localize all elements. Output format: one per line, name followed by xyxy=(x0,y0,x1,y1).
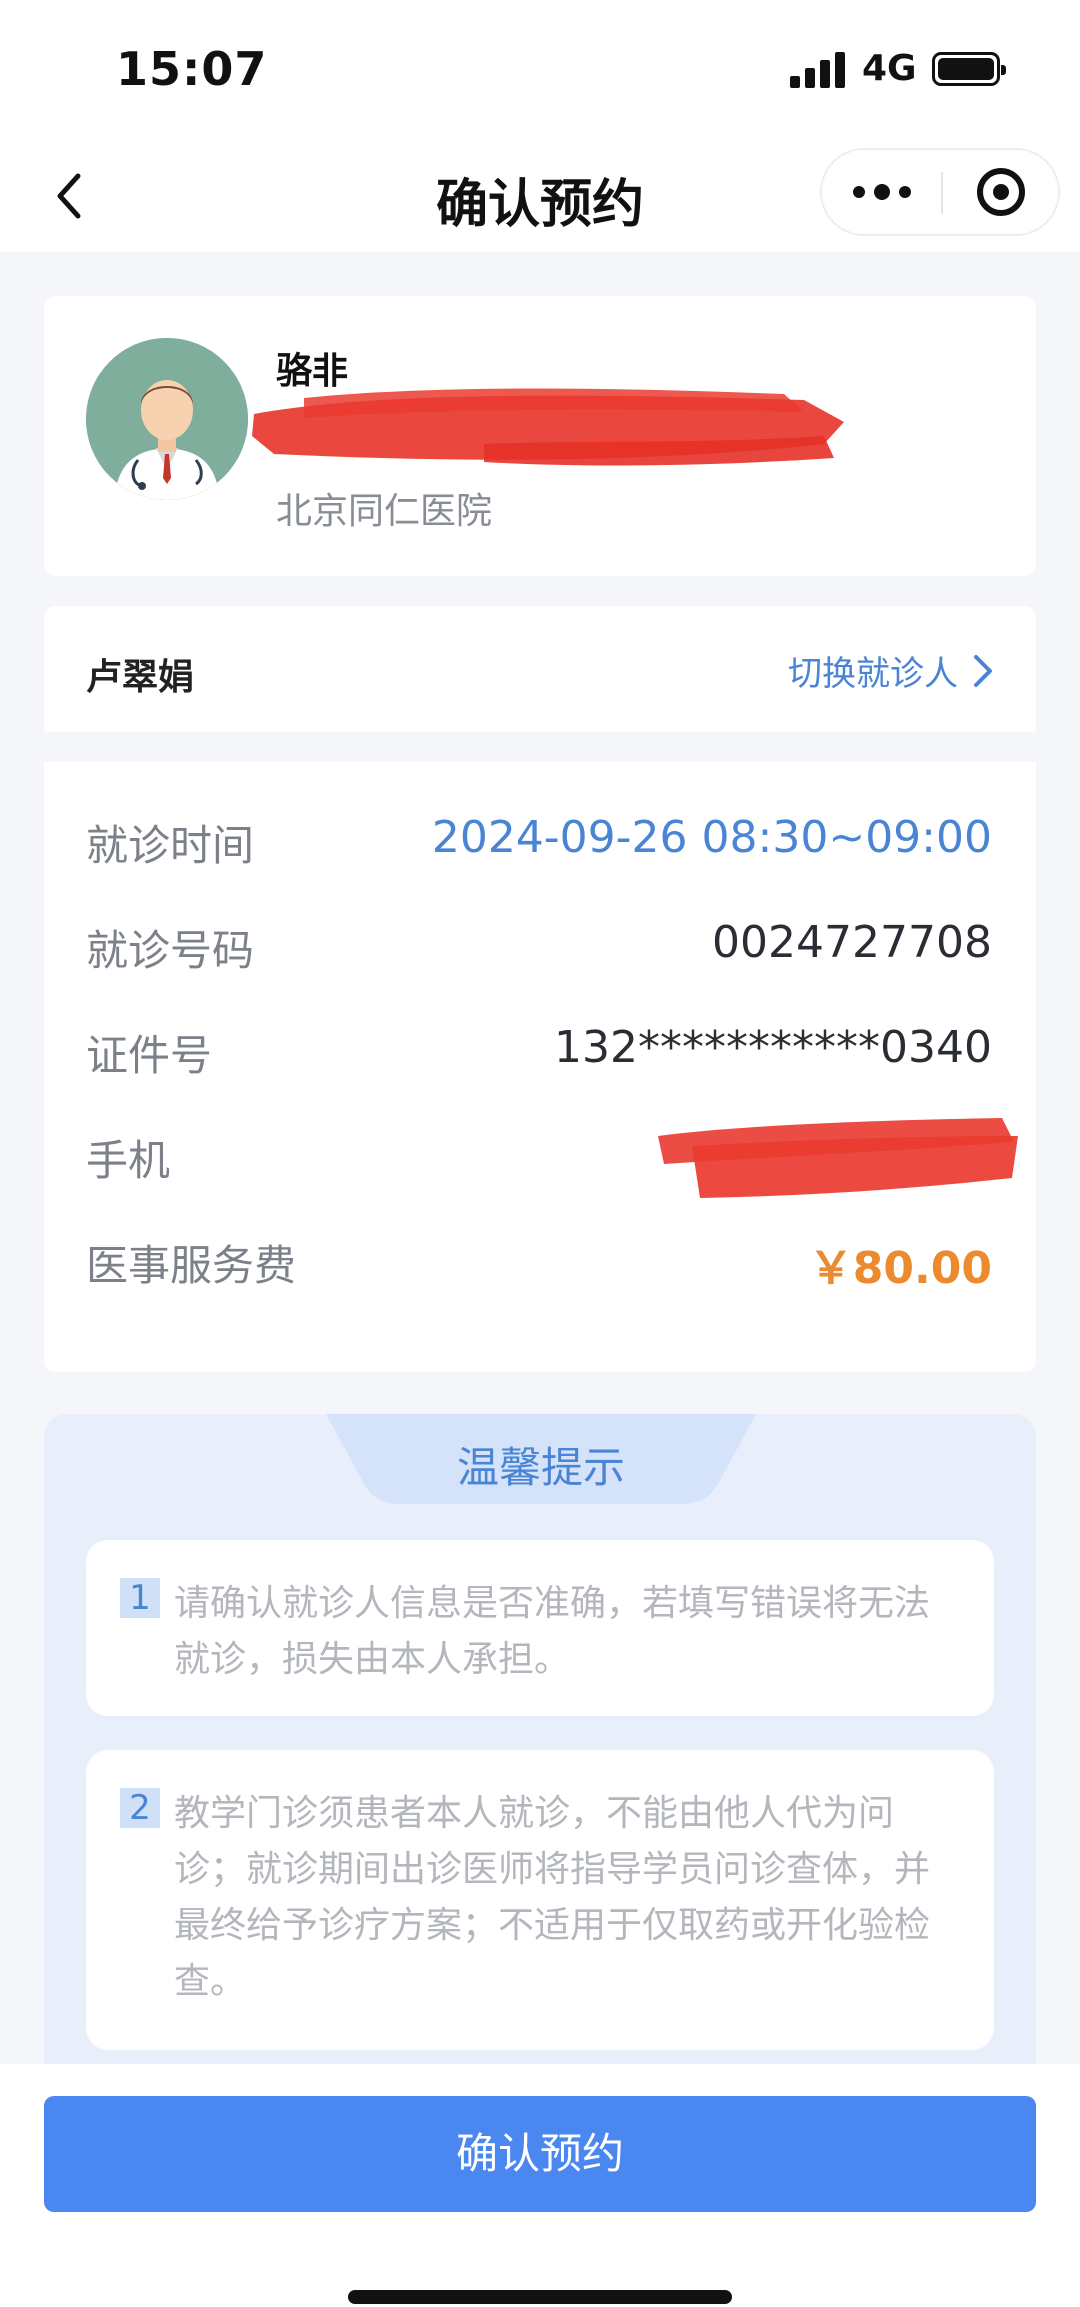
info-row-visit-time: 就诊时间 2024-09-26 08:30~09:00 xyxy=(86,812,992,872)
info-row-visit-number: 就诊号码 0024727708 xyxy=(86,917,992,977)
service-fee-value: ￥80.00 xyxy=(808,1243,992,1294)
app-screen: 15:07 4G 确认预约 骆非 北京同仁医院 卢翠娟 切换就诊人 就诊时间 2… xyxy=(0,0,1080,2307)
switch-patient-label: 切换就诊人 xyxy=(788,654,958,694)
redaction-mark xyxy=(252,388,844,466)
visit-number-value: 0024727708 xyxy=(712,917,992,968)
close-miniprogram-button[interactable] xyxy=(942,150,1060,234)
tip-text: 请确认就诊人信息是否准确，若填写错误将无法就诊，损失由本人承担。 xyxy=(174,1583,931,1680)
switch-patient-link[interactable]: 切换就诊人 xyxy=(788,646,996,695)
target-circle-icon xyxy=(977,168,1025,216)
info-row-service-fee: 医事服务费 ￥80.00 xyxy=(86,1232,992,1294)
tip-item: 2 教学门诊须患者本人就诊，不能由他人代为问诊；就诊期间出诊医师将指导学员问诊查… xyxy=(86,1750,994,2050)
nav-bar: 确认预约 xyxy=(0,140,1080,252)
tip-number: 1 xyxy=(120,1578,160,1618)
info-label: 就诊号码 xyxy=(86,926,255,975)
info-label: 证件号 xyxy=(86,1031,213,1080)
battery-icon xyxy=(932,52,1006,86)
info-row-id-number: 证件号 132***********0340 xyxy=(86,1022,992,1082)
home-indicator xyxy=(348,2290,732,2304)
signal-icon xyxy=(790,52,846,88)
miniprogram-capsule xyxy=(820,148,1060,236)
status-bar: 15:07 4G xyxy=(0,0,1080,140)
status-time: 15:07 xyxy=(116,42,268,96)
tips-title: 温馨提示 xyxy=(456,1443,625,1492)
info-label: 手机 xyxy=(86,1136,171,1185)
tips-header: 温馨提示 xyxy=(326,1414,756,1506)
tip-text: 教学门诊须患者本人就诊，不能由他人代为问诊；就诊期间出诊医师将指导学员问诊查体，… xyxy=(174,1793,931,2002)
tip-item: 1 请确认就诊人信息是否准确，若填写错误将无法就诊，损失由本人承担。 xyxy=(86,1540,994,1716)
doctor-card: 骆非 北京同仁医院 xyxy=(44,296,1036,576)
more-button[interactable] xyxy=(822,150,942,234)
doctor-illustration-icon xyxy=(86,338,248,500)
confirm-appointment-button[interactable]: 确认预约 xyxy=(44,2096,1036,2212)
network-type: 4G xyxy=(862,48,917,89)
patient-name: 卢翠娟 xyxy=(86,657,195,698)
visit-time-value: 2024-09-26 08:30~09:00 xyxy=(431,812,992,863)
id-number-value: 132***********0340 xyxy=(554,1022,992,1073)
doctor-avatar xyxy=(86,338,248,500)
hospital-name: 北京同仁医院 xyxy=(276,491,493,532)
tips-section: 温馨提示 1 请确认就诊人信息是否准确，若填写错误将无法就诊，损失由本人承担。 … xyxy=(44,1414,1036,2064)
appointment-info-card: 就诊时间 2024-09-26 08:30~09:00 就诊号码 0024727… xyxy=(44,762,1036,1372)
chevron-right-icon xyxy=(974,654,992,687)
tip-number: 2 xyxy=(120,1788,160,1828)
info-label: 就诊时间 xyxy=(86,821,255,870)
info-label: 医事服务费 xyxy=(86,1241,297,1290)
redaction-mark xyxy=(658,1118,1018,1198)
more-dots-icon xyxy=(853,186,865,198)
patient-card: 卢翠娟 切换就诊人 xyxy=(44,606,1036,732)
